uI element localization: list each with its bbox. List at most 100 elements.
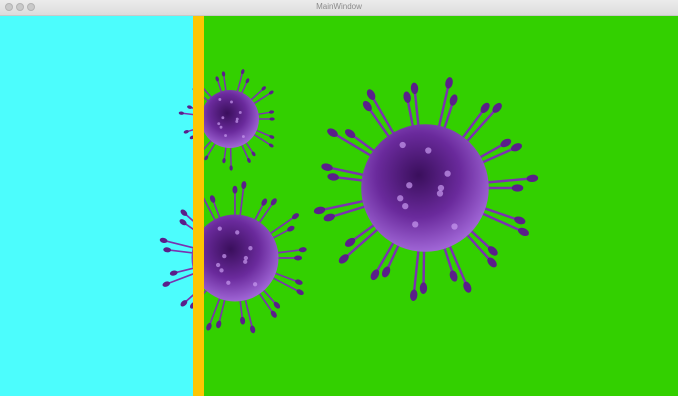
virus-surface-spot [218,98,222,101]
virus-surface-spot [235,117,239,121]
virus-spike-tip [419,282,428,294]
virus-spike-tip [295,279,303,285]
virus-spike-tip [245,78,250,84]
virus-spike-tip [463,281,472,293]
virus-spike-tip [169,270,178,276]
virus-spike-tip [313,206,326,215]
virus-spike [236,70,244,95]
virus-spike-tip [514,216,526,225]
virus-spike-tip [268,110,275,114]
virus-spike-tip [269,135,275,139]
virus-spike-tip [163,247,172,253]
title-bar[interactable]: MainWindow [0,0,678,16]
virus-spike [256,200,275,227]
virus-spike-tip [445,77,453,89]
virus-spike-tip [183,130,189,134]
virus-surface-spot [219,268,224,273]
virus-surface-spot [217,226,222,231]
virus-spike [238,184,245,220]
virus-spike-tip [241,181,247,189]
virus-icon[interactable] [159,181,310,334]
virus-spike-tip [162,281,171,287]
virus-spike [162,239,198,250]
virus-spike-tip [449,270,458,282]
virus-surface-spot [451,223,458,230]
virus-spike [229,144,232,169]
virus-spike [268,275,301,293]
virus-spike-tip [261,198,268,206]
virus-surface-spot [425,147,432,154]
virus-spike-tip [206,322,212,331]
virus-spike [243,295,254,331]
game-scene[interactable] [0,16,678,396]
virus-spike [222,73,228,94]
virus-spike-tip [221,71,226,77]
virus-surface-spot [444,170,451,177]
virus-spike-tip [296,289,304,296]
virus-spike-tip [410,82,419,95]
virus-spike-tip [232,185,238,194]
virus-body [361,124,489,252]
virus-spike-tip [366,89,376,100]
virus-surface-spot [248,246,253,251]
virus-spike-tip [321,163,333,171]
virus-spike-tip [518,227,529,236]
virus-body [201,90,259,148]
virus-surface-spot [235,120,239,123]
virus-surface-spot [226,280,231,285]
virus-spike-tip [247,157,251,163]
virus-spike [480,177,534,185]
virus-spike [251,91,272,106]
virus-spike [256,289,275,316]
virus-icon[interactable] [313,77,539,302]
virus-spike [412,243,421,297]
virus-surface-spot [230,100,233,104]
virus-spike [422,244,426,290]
main-window: MainWindow [0,0,678,396]
virus-surface-spot [215,262,221,268]
virus-spike [413,87,421,133]
virus-surface-spot [402,202,409,210]
virus-spike-tip [323,213,335,222]
virus-spike-tip [269,117,275,121]
virus-spike-tip [511,184,524,192]
virus-surface-spot [217,122,221,126]
virus-spike-tip [209,195,216,203]
virus-spike-tip [240,316,246,325]
virus-spike-tip [178,111,184,115]
virus-surface-spot [437,184,445,192]
virus-spike-tip [511,143,523,152]
virus-spike-tip [250,325,256,334]
virus-surface-spot [238,111,242,114]
virus-surface-spot [399,141,406,149]
virus-surface-spot [397,195,404,202]
virus-spike-tip [403,91,411,103]
virus-surface-spot [224,134,227,137]
virus-surface-spot [221,116,225,120]
virus-spike-tip [327,173,339,181]
virus-spike-tip [370,269,380,281]
virus-spike-tip [222,158,226,164]
virus-spike [436,81,451,134]
virus-spike-tip [381,266,391,278]
virus-surface-spot [219,125,223,129]
yellow-barrier [193,16,204,396]
virus-spike [478,205,522,222]
virus-spike [273,248,304,255]
virus-spike-tip [240,69,245,75]
virus-surface-spot [436,190,444,197]
window-title: MainWindow [316,2,362,11]
virus-spike [166,248,197,255]
virus-spike-tip [215,76,220,82]
virus-spike-tip [287,225,295,232]
virus-spike [270,271,300,283]
virus-surface-spot [243,255,249,261]
virus-spike-tip [294,255,303,261]
virus-surface-spot [252,282,258,287]
virus-surface-spot [235,230,240,235]
virus-spike-tip [159,237,168,244]
virus-surface-spot [243,259,248,264]
virus-spike-tip [500,138,512,148]
virus-spike-tip [298,247,307,253]
virus-spike-tip [449,94,458,106]
